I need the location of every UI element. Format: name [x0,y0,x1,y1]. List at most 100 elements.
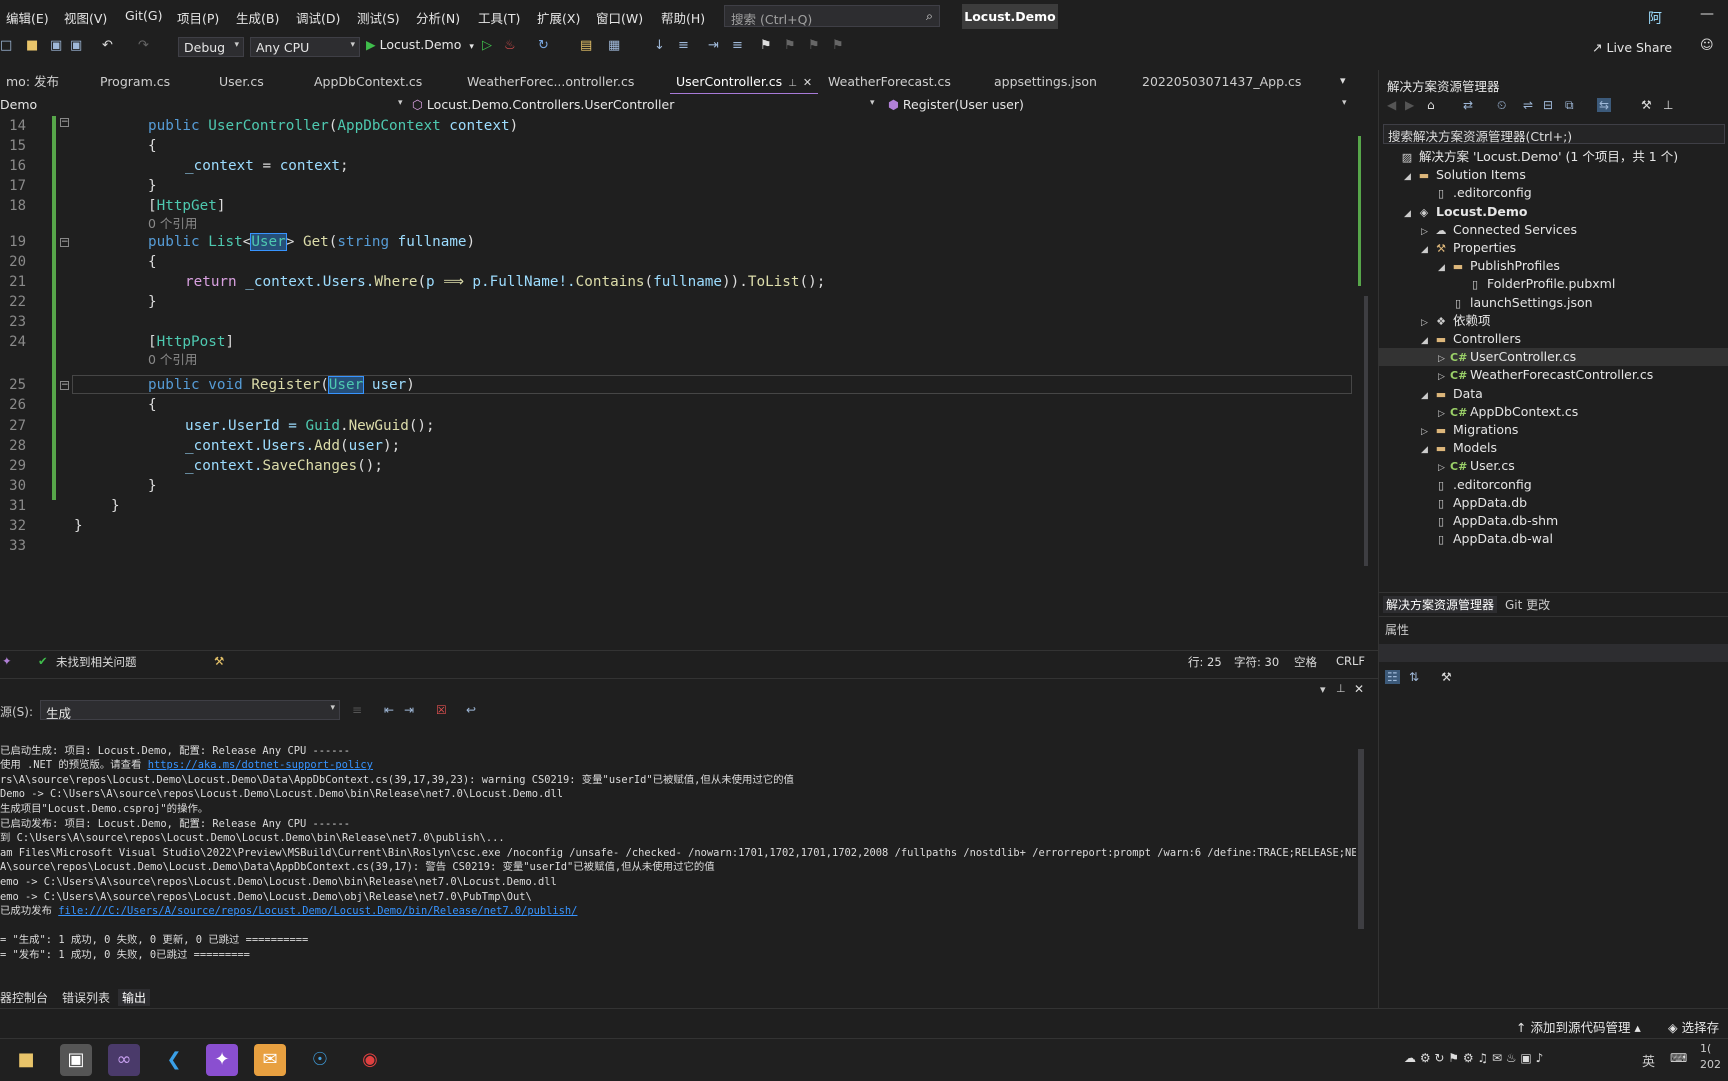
tree-item[interactable]: ▷ C# UserController.cs [1379,348,1728,367]
tree-item[interactable]: ▯ FolderProfile.pubxml [1379,275,1728,293]
menu-edit[interactable]: 编辑(E) [6,8,49,27]
tab-appdbcontext-cs[interactable]: AppDbContext.cs [308,70,428,93]
tree-item[interactable]: ▷ C# User.cs [1379,457,1728,475]
properties-object-select[interactable] [1379,644,1728,662]
fold-collapse-icon[interactable]: − [60,238,69,247]
clear-all-icon[interactable]: ☒ [436,703,447,717]
menu-view[interactable]: 视图(V) [64,8,107,27]
prev-message-icon[interactable]: ⇤ [384,703,394,717]
menu-project[interactable]: 项目(P) [177,8,219,27]
ime-indicator[interactable]: 英 [1642,1051,1655,1070]
tree-item[interactable]: ▷ ☁ Connected Services [1379,221,1728,239]
open-folder-icon[interactable]: ■ [26,38,38,53]
solution-explorer-search-input[interactable]: 搜索解决方案资源管理器(Ctrl+;) [1383,124,1725,144]
tab-user-cs[interactable]: User.cs [213,70,270,93]
new-item-icon[interactable]: □ [0,38,12,53]
select-repository-button[interactable]: ◈ 选择存 [1668,1017,1719,1036]
categorized-icon[interactable]: ☷ [1385,670,1400,684]
menu-build[interactable]: 生成(B) [236,8,279,27]
tree-item[interactable]: ▷ C# AppDbContext.cs [1379,403,1728,421]
collapse-all-icon[interactable]: ⊟ [1543,98,1553,112]
chevron-down-icon[interactable]: ▾ [398,98,403,108]
bookmark-icon[interactable]: ⚑ [760,38,772,53]
chevron-down-icon[interactable]: ▾ [1342,98,1347,108]
tree-item[interactable]: ◢ ▬ Controllers [1379,330,1728,348]
track-active-icon[interactable]: ⇆ [1597,98,1612,112]
tree-item[interactable]: ▨ 解决方案 'Locust.Demo' (1 个项目，共 1 个) [1379,148,1728,166]
scrollbar-thumb[interactable] [1358,749,1364,929]
pin-icon[interactable]: ⊥ [788,78,797,89]
pin-icon[interactable]: ⊥ [1663,98,1673,112]
next-message-icon[interactable]: ⇥ [404,703,414,717]
tree-item[interactable]: ▷ ▬ Migrations [1379,421,1728,439]
browse-icon[interactable]: ▤ [580,38,592,53]
tree-item[interactable]: ◢ ▬ Solution Items [1379,166,1728,184]
clear-bookmarks-icon[interactable]: ⚑ [832,38,844,53]
hot-reload-icon[interactable]: ♨ [504,38,516,53]
start-without-debug-icon[interactable]: ▷ [482,38,492,53]
output-scrollbar[interactable] [1356,729,1366,961]
back-icon[interactable]: ◀ [1387,98,1396,112]
find-message-icon[interactable]: ≡ [352,703,362,717]
format-icon[interactable]: ≡ [678,38,689,53]
live-share-button[interactable]: ↗ Live Share [1592,40,1672,55]
line-ending[interactable]: CRLF [1336,654,1365,668]
panel-menu-icon[interactable]: ▾ [1320,683,1326,696]
mail-icon[interactable]: ✉ [254,1044,286,1076]
add-to-source-control-button[interactable]: ↑ 添加到源代码管理 ▴ [1516,1017,1641,1036]
issues-status[interactable]: 未找到相关问题 [56,654,137,670]
tab-git-changes[interactable]: Git 更改 [1505,596,1550,613]
cursor-line[interactable]: 行: 25 [1188,654,1222,670]
layout-icon[interactable]: ▦ [608,38,620,53]
tab-error-list[interactable]: 错误列表 [62,989,110,1006]
tree-item[interactable]: ▷ C# WeatherForecastController.cs [1379,366,1728,384]
tree-item[interactable]: ▯ AppData.db [1379,494,1728,512]
menu-analyze[interactable]: 分析(N) [416,8,460,27]
avatar[interactable]: 阿 [1648,8,1666,27]
file-explorer-icon[interactable]: ■ [10,1044,42,1076]
reference-count-hint[interactable]: 0 个引用 [148,215,197,233]
forward-icon[interactable]: ▶ [1405,98,1414,112]
minimize-icon[interactable]: — [1700,6,1714,22]
code-editor[interactable]: 14 − public UserController(AppDbContext … [0,116,1356,650]
tab-weatherforecastcontroller-cs[interactable]: WeatherForec...ontroller.cs [461,70,640,93]
tab-migration-cs[interactable]: 20220503071437_App.cs [1136,70,1307,93]
system-tray-icons[interactable]: ☁ ⚙ ↻ ⚑ ⚙ ♫ ✉ ♨ ▣ ♪ [1404,1051,1543,1065]
show-all-files-icon[interactable]: ⧉ [1565,98,1574,113]
publish-folder-link[interactable]: file:///C:/Users/A/source/repos/Locust.D… [58,905,577,917]
tree-item[interactable]: ▯ AppData.db-shm [1379,512,1728,530]
vscode-icon[interactable]: ❮ [158,1044,190,1076]
code-cleanup-icon[interactable]: ⚒ [214,654,224,668]
output-source-select[interactable]: 生成 ▾ [40,700,340,721]
alphabetical-icon[interactable]: ⇅ [1409,670,1419,684]
tree-item[interactable]: ◢ ▬ PublishProfiles [1379,257,1728,275]
whitespace-mode[interactable]: 空格 [1294,654,1317,670]
close-icon[interactable]: ✕ [803,76,812,89]
next-bookmark-icon[interactable]: ⚑ [808,38,820,53]
menu-debug[interactable]: 调试(D) [296,8,340,27]
indent-icon[interactable]: ⇥ [708,38,719,53]
save-all-icon[interactable]: ▣ [70,38,82,53]
editor-vertical-scrollbar[interactable] [1356,116,1370,650]
tab-output[interactable]: 输出 [118,989,151,1006]
properties-wrench-icon[interactable]: ⚒ [1641,98,1652,112]
refresh-icon[interactable]: ↻ [538,38,549,53]
reference-count-hint[interactable]: 0 个引用 [148,351,197,369]
word-wrap-icon[interactable]: ↩ [466,703,476,717]
menu-tools[interactable]: 工具(T) [478,8,520,27]
menu-extensions[interactable]: 扩展(X) [537,8,580,27]
member-nav-select[interactable]: ⬢ Register(User user) [888,96,1338,114]
pin-icon[interactable]: ⊥ [1336,682,1346,695]
tree-item[interactable]: ◢ ▬ Data [1379,385,1728,403]
tree-item[interactable]: ▷ ❖ 依赖项 [1379,312,1728,330]
platform-select[interactable]: Any CPU ▾ [250,37,360,57]
cursor-column[interactable]: 字符: 30 [1234,654,1279,670]
tab-list-dropdown-icon[interactable]: ▾ [1340,74,1346,87]
tab-usercontroller-cs[interactable]: UserController.cs ⊥ ✕ [670,70,819,95]
tree-item[interactable]: ◢ ⚒ Properties [1379,239,1728,257]
comment-icon[interactable]: ≡ [732,38,743,53]
tab-weatherforecast-cs[interactable]: WeatherForecast.cs [822,70,957,93]
tab-package-manager-console[interactable]: 器控制台 [0,989,48,1006]
keyboard-icon[interactable]: ⌨ [1670,1051,1687,1065]
feedback-icon[interactable]: ☺ [1700,38,1714,53]
